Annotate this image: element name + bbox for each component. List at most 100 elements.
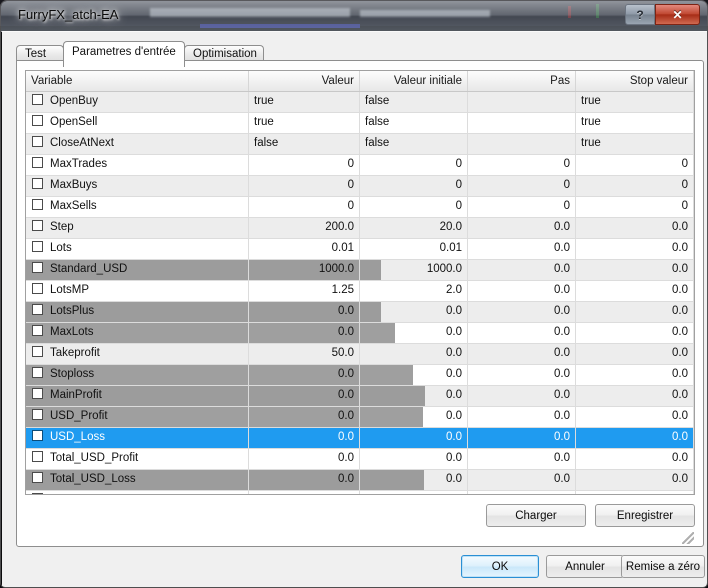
value-cell[interactable]: 0 [249,197,360,217]
variable-name-cell[interactable]: MaxBuys [26,176,249,196]
table-row[interactable]: MaxTrades0000 [26,155,694,176]
value-cell[interactable]: true [249,113,360,133]
variable-name-cell[interactable]: MaxTrades [26,155,249,175]
stop-value-cell[interactable]: 0.0 [576,218,694,238]
initial-value-cell[interactable]: 2018 [360,491,468,495]
initial-value-cell[interactable]: 2.0 [360,281,468,301]
initial-value-cell[interactable]: 0 [360,176,468,196]
grid-header-valeur[interactable]: Valeur [249,71,360,91]
step-cell[interactable]: 0.0 [468,302,576,322]
value-cell[interactable]: 2018 [249,491,360,495]
checkbox-icon[interactable] [32,115,43,126]
checkbox-icon[interactable] [32,451,43,462]
variable-name-cell[interactable]: OpenBuy [26,92,249,112]
save-button[interactable]: Enregistrer [595,504,695,527]
checkbox-icon[interactable] [32,325,43,336]
step-cell[interactable] [468,134,576,154]
value-cell[interactable]: 0.0 [249,365,360,385]
value-cell[interactable]: 0.01 [249,239,360,259]
table-row[interactable]: Total_USD_Loss0.00.00.00.0 [26,470,694,491]
parameters-grid[interactable]: VariableValeurValeur initialePasStop val… [25,70,695,495]
initial-value-cell[interactable]: 0 [360,197,468,217]
stop-value-cell[interactable]: 0.0 [576,323,694,343]
step-cell[interactable]: 0.0 [468,281,576,301]
table-row[interactable]: Standard_USD1000.01000.00.00.0 [26,260,694,281]
table-row[interactable]: OpenBuytruefalsetrue [26,92,694,113]
value-cell[interactable]: 0.0 [249,470,360,490]
variable-name-cell[interactable]: CloseAtNext [26,134,249,154]
value-cell[interactable]: 0.0 [249,302,360,322]
variable-name-cell[interactable]: MagicNo [26,491,249,495]
checkbox-icon[interactable] [32,367,43,378]
initial-value-cell[interactable]: 0.0 [360,386,468,406]
load-button[interactable]: Charger [486,504,586,527]
table-row[interactable]: USD_Loss0.00.00.00.0 [26,428,694,449]
grid-header-pas[interactable]: Pas [468,71,576,91]
checkbox-icon[interactable] [32,178,43,189]
stop-value-cell[interactable]: 0.0 [576,302,694,322]
ok-button[interactable]: OK [461,555,539,578]
stop-value-cell[interactable]: 0 [576,197,694,217]
variable-name-cell[interactable]: MaxLots [26,323,249,343]
initial-value-cell[interactable]: 0.0 [360,449,468,469]
value-cell[interactable]: true [249,92,360,112]
table-row[interactable]: MagicNo2018201800 [26,491,694,495]
checkbox-icon[interactable] [32,220,43,231]
table-row[interactable]: Stoploss0.00.00.00.0 [26,365,694,386]
stop-value-cell[interactable]: 0.0 [576,407,694,427]
table-row[interactable]: MaxBuys0000 [26,176,694,197]
stop-value-cell[interactable]: 0.0 [576,260,694,280]
step-cell[interactable]: 0.0 [468,470,576,490]
initial-value-cell[interactable]: false [360,113,468,133]
checkbox-icon[interactable] [32,157,43,168]
checkbox-icon[interactable] [32,304,43,315]
stop-value-cell[interactable]: true [576,92,694,112]
stop-value-cell[interactable]: 0.0 [576,449,694,469]
value-cell[interactable]: 0.0 [249,449,360,469]
value-cell[interactable]: 1.25 [249,281,360,301]
value-cell[interactable]: false [249,134,360,154]
table-row[interactable]: MaxLots0.00.00.00.0 [26,323,694,344]
grid-header-variable[interactable]: Variable [26,71,249,91]
checkbox-icon[interactable] [32,136,43,147]
stop-value-cell[interactable]: 0.0 [576,281,694,301]
variable-name-cell[interactable]: USD_Profit [26,407,249,427]
cancel-button[interactable]: Annuler [546,555,624,578]
variable-name-cell[interactable]: Total_USD_Profit [26,449,249,469]
step-cell[interactable]: 0 [468,491,576,495]
initial-value-cell[interactable]: 0.01 [360,239,468,259]
variable-name-cell[interactable]: MaxSells [26,197,249,217]
step-cell[interactable]: 0.0 [468,407,576,427]
stop-value-cell[interactable]: 0.0 [576,428,694,448]
close-button[interactable]: ✕ [655,4,700,25]
table-row[interactable]: Step200.020.00.00.0 [26,218,694,239]
table-row[interactable]: CloseAtNextfalsefalsetrue [26,134,694,155]
initial-value-cell[interactable]: 0.0 [360,365,468,385]
checkbox-icon[interactable] [32,430,43,441]
checkbox-icon[interactable] [32,493,43,495]
table-row[interactable]: LotsPlus0.00.00.00.0 [26,302,694,323]
variable-name-cell[interactable]: LotsPlus [26,302,249,322]
initial-value-cell[interactable]: 0.0 [360,428,468,448]
step-cell[interactable] [468,113,576,133]
variable-name-cell[interactable]: MainProfit [26,386,249,406]
stop-value-cell[interactable]: 0.0 [576,365,694,385]
checkbox-icon[interactable] [32,388,43,399]
stop-value-cell[interactable]: 0.0 [576,386,694,406]
checkbox-icon[interactable] [32,283,43,294]
initial-value-cell[interactable]: false [360,92,468,112]
variable-name-cell[interactable]: Stoploss [26,365,249,385]
initial-value-cell[interactable]: 0.0 [360,344,468,364]
value-cell[interactable]: 50.0 [249,344,360,364]
grid-header-valeur-initiale[interactable]: Valeur initiale [360,71,468,91]
value-cell[interactable]: 0 [249,155,360,175]
table-row[interactable]: OpenSelltruefalsetrue [26,113,694,134]
table-row[interactable]: MainProfit0.00.00.00.0 [26,386,694,407]
value-cell[interactable]: 0 [249,176,360,196]
variable-name-cell[interactable]: Step [26,218,249,238]
variable-name-cell[interactable]: Total_USD_Loss [26,470,249,490]
initial-value-cell[interactable]: 20.0 [360,218,468,238]
variable-name-cell[interactable]: Standard_USD [26,260,249,280]
step-cell[interactable]: 0.0 [468,323,576,343]
step-cell[interactable]: 0.0 [468,365,576,385]
